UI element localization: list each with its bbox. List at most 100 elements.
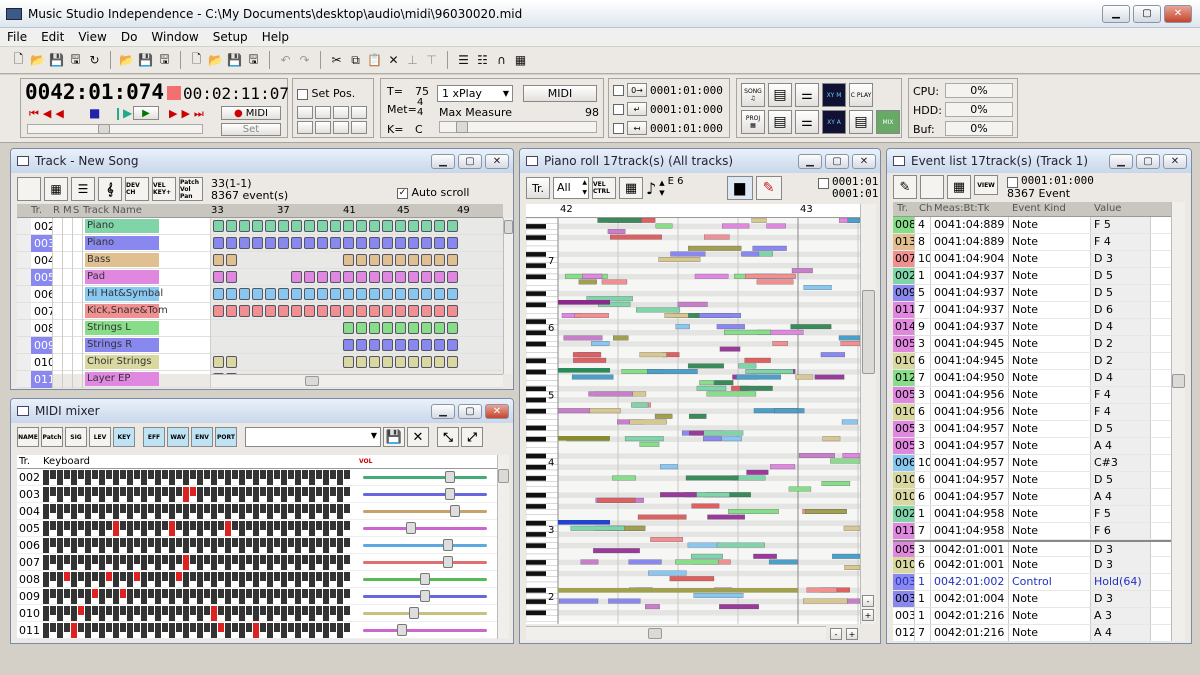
event-row[interactable]: 007 10 0041:04:904 Note D 3: [893, 251, 1171, 268]
event-pencil-icon[interactable]: ✎: [893, 175, 917, 199]
pause-button[interactable]: ❙▶: [113, 106, 132, 120]
event-row[interactable]: 003 1 0042:01:216 Note A 3: [893, 608, 1171, 625]
mixer-name-button[interactable]: NAME: [17, 427, 39, 447]
piano-vzoom-in-button[interactable]: +: [862, 609, 874, 621]
mixer-minimize-button[interactable]: ▁: [431, 403, 455, 419]
mix-button[interactable]: MIX: [876, 110, 900, 134]
mixer-preset-select[interactable]: ▼: [245, 427, 381, 447]
redo-icon[interactable]: ↷: [296, 51, 313, 69]
delete-icon[interactable]: ✕: [385, 51, 402, 69]
open-doc-icon[interactable]: 📂: [207, 51, 224, 69]
set-button[interactable]: Set: [221, 123, 281, 136]
menu-file[interactable]: File: [0, 30, 34, 44]
merge-icon[interactable]: ⊤: [423, 51, 440, 69]
track-clip-area[interactable]: [211, 337, 503, 353]
mixer-env-button[interactable]: ENV: [191, 427, 213, 447]
mini-keyboard[interactable]: [43, 470, 357, 485]
close-button[interactable]: ✕: [1164, 4, 1192, 23]
copy-icon[interactable]: ⧉: [347, 51, 364, 69]
mixer-view-icon[interactable]: ⚌: [795, 83, 819, 107]
track-clip-area[interactable]: [211, 303, 503, 319]
event-row[interactable]: 010 6 0041:04:945 Note D 2: [893, 353, 1171, 370]
note-length-spinner[interactable]: ▲ ▼: [659, 178, 664, 198]
mixer-maximize-button[interactable]: ▢: [458, 403, 482, 419]
mixer-key-button[interactable]: KEY: [113, 427, 135, 447]
track-minimize-button[interactable]: ▁: [431, 153, 455, 169]
mixer-vscroll[interactable]: [497, 455, 509, 639]
volume-fader[interactable]: [363, 539, 487, 551]
menu-setup[interactable]: Setup: [206, 30, 255, 44]
mixer-close-button[interactable]: ✕: [485, 403, 509, 419]
event-row[interactable]: 005 3 0041:04:945 Note D 2: [893, 336, 1171, 353]
track-row[interactable]: 007 Kick,Snare&Tom: [17, 303, 503, 320]
event-row[interactable]: 012 7 0042:01:216 Note A 4: [893, 625, 1171, 642]
piano-maximize-button[interactable]: ▢: [825, 153, 849, 169]
menu-window[interactable]: Window: [144, 30, 205, 44]
volume-fader[interactable]: [363, 607, 487, 619]
event-row[interactable]: 010 6 0042:01:001 Note D 3: [893, 557, 1171, 574]
mini-keyboard[interactable]: [43, 504, 357, 519]
event-row[interactable]: 012 7 0041:04:950 Note D 4: [893, 370, 1171, 387]
save-as-icon[interactable]: 🖫: [67, 51, 84, 69]
list-view-icon[interactable]: ▤: [768, 83, 792, 107]
mixer-delete-icon[interactable]: ✕: [407, 427, 429, 447]
headphone-icon[interactable]: ∩: [493, 51, 510, 69]
track-row[interactable]: 008 Strings L: [17, 320, 503, 337]
mini-keyboard[interactable]: [43, 572, 357, 587]
piano-hzoom-out-button[interactable]: -: [830, 628, 842, 640]
mixer-lev-button[interactable]: LEV: [89, 427, 111, 447]
piano-filter-spinner[interactable]: All ▲ ▼: [553, 177, 589, 199]
track-lines-icon[interactable]: ☰: [71, 177, 95, 201]
open-folder-icon[interactable]: 📂: [29, 51, 46, 69]
save-project-as-icon[interactable]: 🖫: [156, 51, 173, 69]
piano-roll-grid[interactable]: 7 6 5 4 3 2: [526, 218, 860, 624]
volume-fader[interactable]: [363, 624, 487, 636]
track-blank-button[interactable]: [17, 177, 41, 201]
song-view-button[interactable]: SONG ♫: [741, 83, 765, 107]
menu-view[interactable]: View: [71, 30, 113, 44]
piano-pencil-tool-icon[interactable]: ✎: [755, 176, 782, 200]
volume-fader[interactable]: [363, 505, 487, 517]
track-row[interactable]: 002 Piano: [17, 218, 503, 235]
save-icon[interactable]: 💾: [48, 51, 65, 69]
menu-edit[interactable]: Edit: [34, 30, 71, 44]
track-patch-button[interactable]: Patch Vol Pan: [179, 177, 203, 201]
event-blank-button[interactable]: [920, 175, 944, 199]
event-row[interactable]: 013 8 0041:04:889 Note F 4: [893, 234, 1171, 251]
event-row[interactable]: 005 3 0041:04:957 Note D 5: [893, 421, 1171, 438]
grid-icon[interactable]: ▦: [512, 51, 529, 69]
refresh-icon[interactable]: ↻: [86, 51, 103, 69]
track-grid-icon[interactable]: ▦: [44, 177, 68, 201]
piano-select-tool-icon[interactable]: ▆: [726, 176, 753, 200]
graph-view-icon[interactable]: ▤: [849, 110, 873, 134]
event-row[interactable]: 009 5 0041:04:937 Note D 5: [893, 285, 1171, 302]
event-row[interactable]: 005 3 0041:04:957 Note A 4: [893, 438, 1171, 455]
track-row[interactable]: 005 Pad: [17, 269, 503, 286]
event-row[interactable]: 011 7 0041:04:937 Note D 6: [893, 302, 1171, 319]
event-row[interactable]: 002 1 0041:04:937 Note D 5: [893, 268, 1171, 285]
track-row[interactable]: 003 Piano: [17, 235, 503, 252]
mixer-port-button[interactable]: PORT: [215, 427, 237, 447]
rewind-buttons[interactable]: ⏮◀◀: [29, 107, 68, 121]
event-minimize-button[interactable]: ▁: [1109, 153, 1133, 169]
event-vscroll[interactable]: [1171, 202, 1185, 641]
maximize-button[interactable]: ▢: [1133, 4, 1161, 23]
piano-hzoom-in-button[interactable]: +: [846, 628, 858, 640]
track-row[interactable]: 009 Strings R: [17, 337, 503, 354]
track-clip-area[interactable]: [211, 235, 503, 251]
track-vel-key-button[interactable]: VEL KEY+: [152, 177, 176, 201]
loc1-button[interactable]: 0→: [627, 83, 647, 97]
menu-do[interactable]: Do: [114, 30, 145, 44]
mixer-expand-icon[interactable]: ⤢: [461, 427, 483, 447]
mini-keyboard[interactable]: [43, 555, 357, 570]
event-row[interactable]: 003 1 0042:01:004 Note D 3: [893, 591, 1171, 608]
event-row[interactable]: 014 9 0041:04:937 Note D 4: [893, 319, 1171, 336]
track-maximize-button[interactable]: ▢: [458, 153, 482, 169]
position-slider[interactable]: [27, 124, 203, 134]
auto-scroll-checkbox[interactable]: ✓ Auto scroll: [397, 186, 469, 199]
piano-vzoom-out-button[interactable]: -: [862, 595, 874, 607]
piano-vscroll[interactable]: [860, 204, 876, 624]
loc3-button[interactable]: ↤: [627, 121, 647, 135]
list-icon[interactable]: ☰: [455, 51, 472, 69]
track-row[interactable]: 006 Hi Hat&Symbal: [17, 286, 503, 303]
